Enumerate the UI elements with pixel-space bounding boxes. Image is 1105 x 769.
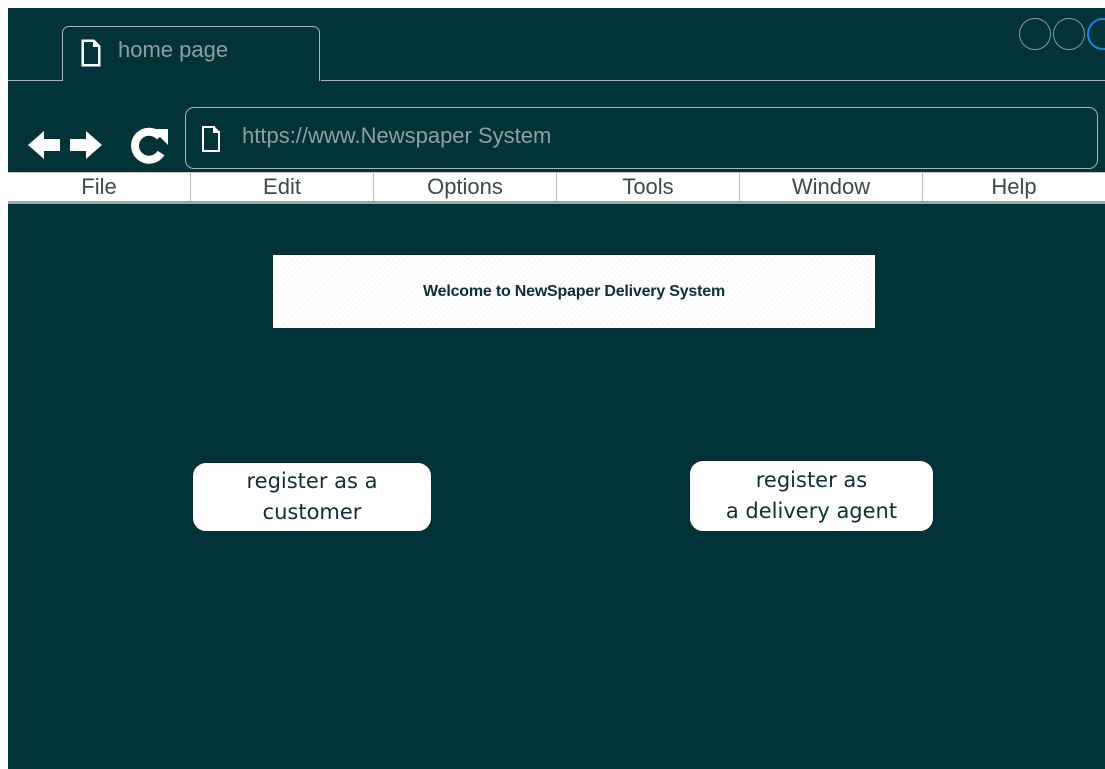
tab-strip-divider-right [321, 80, 1105, 81]
address-bar[interactable]: https://www.Newspaper System [185, 107, 1098, 169]
maximize-circle-icon[interactable] [1053, 18, 1085, 50]
address-url: https://www.Newspaper System [242, 123, 552, 148]
window-controls [1019, 18, 1105, 50]
menu-item-file[interactable]: File [8, 173, 191, 201]
register-delivery-agent-label: register as a delivery agent [725, 468, 898, 523]
forward-arrow-icon[interactable] [68, 125, 104, 165]
menu-item-help[interactable]: Help [923, 173, 1105, 201]
minimize-circle-icon[interactable] [1019, 18, 1051, 50]
menu-item-tools[interactable]: Tools [557, 173, 740, 201]
document-icon [202, 126, 220, 152]
document-icon [81, 39, 101, 67]
browser-window: home page https://www.Newspaper System F… [8, 8, 1105, 769]
register-delivery-agent-button[interactable]: register as a delivery agent [689, 460, 934, 532]
register-customer-button[interactable]: register as a customer [192, 462, 432, 532]
reload-icon[interactable] [128, 125, 172, 165]
menu-item-options[interactable]: Options [374, 173, 557, 201]
back-arrow-icon[interactable] [26, 125, 62, 165]
menu-bar: File Edit Options Tools Window Help [8, 172, 1105, 204]
welcome-heading: Welcome to NewSpaper Delivery System [423, 282, 725, 300]
welcome-banner: Welcome to NewSpaper Delivery System [272, 254, 876, 329]
close-circle-icon[interactable] [1087, 18, 1105, 50]
tab-label: home page [118, 37, 229, 62]
tab-home-page[interactable]: home page [62, 26, 320, 81]
register-customer-label: register as a customer [246, 469, 378, 524]
tab-strip: home page [8, 8, 1105, 82]
menu-item-edit[interactable]: Edit [191, 173, 374, 201]
tab-strip-divider-left [8, 80, 62, 81]
menu-item-window[interactable]: Window [740, 173, 923, 201]
